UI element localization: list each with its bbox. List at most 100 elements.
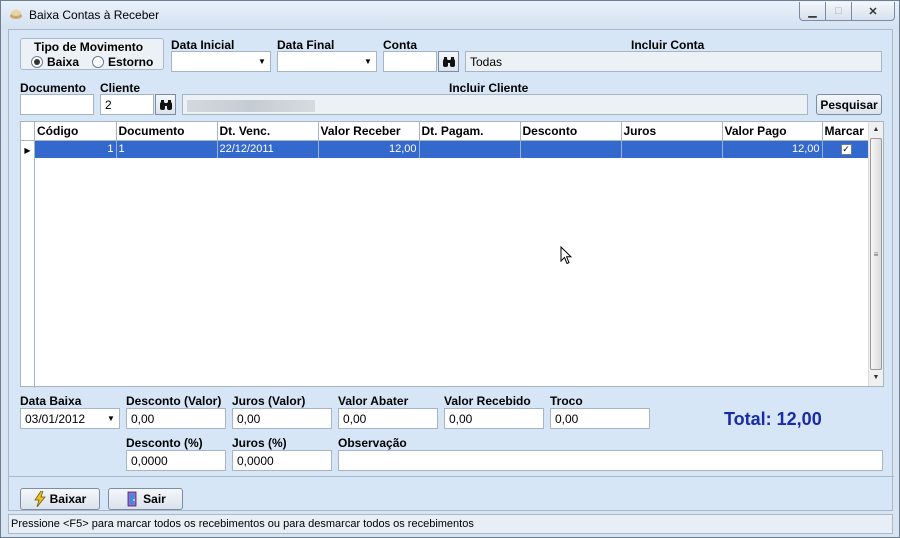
documento-label: Documento xyxy=(20,81,86,95)
tipo-movimento-label: Tipo de Movimento xyxy=(34,40,144,54)
sair-label: Sair xyxy=(143,492,166,506)
data-inicial-field[interactable]: ▼ xyxy=(171,51,271,72)
row-indicator-column: ▶ xyxy=(21,122,35,388)
valor-recebido-label: Valor Recebido xyxy=(444,394,531,408)
title-bar: Baixa Contas à Receber ▁ □ ✕ xyxy=(1,1,899,29)
col-desconto[interactable]: Desconto xyxy=(520,122,622,141)
data-baixa-label: Data Baixa xyxy=(20,394,82,408)
cell-juros[interactable] xyxy=(621,140,723,158)
redacted-client-name xyxy=(187,99,315,112)
radio-baixa-dot xyxy=(31,56,43,68)
lightning-icon xyxy=(33,491,46,507)
window: Baixa Contas à Receber ▁ □ ✕ Tipo de Mov… xyxy=(0,0,900,538)
incluir-conta-label: Incluir Conta xyxy=(631,38,705,52)
cliente-input[interactable]: 2 xyxy=(100,94,154,115)
observacao-label: Observação xyxy=(338,436,407,450)
valor-abater-label: Valor Abater xyxy=(338,394,409,408)
cell-marcar[interactable]: ✓ xyxy=(822,140,871,158)
juros-valor-label: Juros (Valor) xyxy=(232,394,306,408)
marcar-checkbox[interactable]: ✓ xyxy=(840,144,852,156)
exit-door-icon xyxy=(127,491,137,507)
pesquisar-button[interactable]: Pesquisar xyxy=(816,94,882,115)
data-final-field[interactable]: ▼ xyxy=(277,51,377,72)
sair-button[interactable]: Sair xyxy=(108,488,183,510)
cell-codigo[interactable]: 1 xyxy=(35,140,117,158)
cell-valor-receber[interactable]: 12,00 xyxy=(318,140,420,158)
documento-input[interactable] xyxy=(20,94,94,115)
desconto-pct-label: Desconto (%) xyxy=(126,436,203,450)
grid-header-row: Código Documento Dt. Venc. Valor Receber… xyxy=(35,122,871,141)
chevron-down-icon: ▼ xyxy=(364,57,372,66)
desconto-valor-input[interactable]: 0,00 xyxy=(126,408,226,429)
total-display: Total: 12,00 xyxy=(724,409,822,429)
data-baixa-value: 03/01/2012 xyxy=(25,412,86,426)
close-icon: ✕ xyxy=(868,5,878,18)
cell-dt-pagam[interactable] xyxy=(419,140,521,158)
mouse-cursor-icon xyxy=(560,246,572,265)
cell-documento[interactable]: 1 xyxy=(116,140,218,158)
incluir-cliente-label: Incluir Cliente xyxy=(449,81,529,95)
valor-recebido-input[interactable]: 0,00 xyxy=(444,408,544,429)
incluir-cliente-field[interactable] xyxy=(182,94,808,115)
valor-abater-input[interactable]: 0,00 xyxy=(338,408,438,429)
grid-scrollbar[interactable]: ▲ ≡ ▼ xyxy=(868,122,883,386)
app-icon xyxy=(10,10,22,19)
troco-label: Troco xyxy=(550,394,583,408)
col-dt-venc[interactable]: Dt. Venc. xyxy=(217,122,319,141)
status-bar: Pressione <F5> para marcar todos os rece… xyxy=(8,514,893,534)
scroll-thumb[interactable]: ≡ xyxy=(870,138,882,370)
chevron-down-icon: ▼ xyxy=(107,414,115,423)
baixar-label: Baixar xyxy=(49,492,87,506)
scroll-down-icon[interactable]: ▼ xyxy=(869,370,883,386)
row-pointer-icon: ▶ xyxy=(24,145,31,155)
radio-baixa-label: Baixa xyxy=(47,55,80,69)
col-valor-pago[interactable]: Valor Pago xyxy=(722,122,823,141)
observacao-input[interactable] xyxy=(338,450,883,471)
receivables-grid[interactable]: ▶ Código Documento Dt. Venc. Valor Receb… xyxy=(20,121,884,388)
table-row[interactable]: 1 1 22/12/2011 12,00 12,00 ✓ xyxy=(35,140,871,158)
cliente-search-button[interactable] xyxy=(155,94,176,115)
cliente-label: Cliente xyxy=(100,81,141,95)
col-codigo[interactable]: Código xyxy=(35,122,117,141)
minimize-icon: ▁ xyxy=(808,5,817,18)
col-marcar[interactable]: Marcar xyxy=(822,122,871,141)
conta-label: Conta xyxy=(383,38,417,52)
maximize-button[interactable]: □ xyxy=(825,2,852,21)
radio-estorno-dot xyxy=(92,56,104,68)
radio-estorno[interactable]: Estorno xyxy=(92,55,153,69)
baixar-button[interactable]: Baixar xyxy=(20,488,100,510)
conta-input[interactable] xyxy=(383,51,437,72)
col-documento[interactable]: Documento xyxy=(116,122,218,141)
scroll-up-icon[interactable]: ▲ xyxy=(869,122,883,138)
desconto-valor-label: Desconto (Valor) xyxy=(126,394,222,408)
form-area: Tipo de Movimento Baixa Estorno Data Ini… xyxy=(8,29,894,511)
col-valor-receber[interactable]: Valor Receber xyxy=(318,122,420,141)
data-baixa-field[interactable]: 03/01/2012 ▼ xyxy=(20,408,120,429)
close-button[interactable]: ✕ xyxy=(851,2,895,21)
pesquisar-label: Pesquisar xyxy=(820,97,878,112)
col-juros[interactable]: Juros xyxy=(621,122,723,141)
juros-pct-label: Juros (%) xyxy=(232,436,287,450)
grid-table: Código Documento Dt. Venc. Valor Receber… xyxy=(35,122,871,158)
binoculars-icon xyxy=(442,56,455,67)
maximize-icon: □ xyxy=(835,5,842,17)
radio-baixa[interactable]: Baixa xyxy=(31,55,79,69)
radio-estorno-label: Estorno xyxy=(108,55,154,69)
troco-input[interactable]: 0,00 xyxy=(550,408,650,429)
cell-dt-venc[interactable]: 22/12/2011 xyxy=(217,140,319,158)
col-dt-pagam[interactable]: Dt. Pagam. xyxy=(419,122,521,141)
chevron-down-icon: ▼ xyxy=(258,57,266,66)
cell-desconto[interactable] xyxy=(520,140,622,158)
conta-search-button[interactable] xyxy=(438,51,459,72)
binoculars-icon xyxy=(159,99,172,110)
juros-pct-input[interactable]: 0,0000 xyxy=(232,450,332,471)
data-final-label: Data Final xyxy=(277,38,335,52)
incluir-conta-field[interactable]: Todas xyxy=(465,51,882,72)
divider xyxy=(9,476,894,477)
juros-valor-input[interactable]: 0,00 xyxy=(232,408,332,429)
window-title: Baixa Contas à Receber xyxy=(29,8,160,22)
minimize-button[interactable]: ▁ xyxy=(799,2,826,21)
cell-valor-pago[interactable]: 12,00 xyxy=(722,140,823,158)
data-inicial-label: Data Inicial xyxy=(171,38,235,52)
desconto-pct-input[interactable]: 0,0000 xyxy=(126,450,226,471)
